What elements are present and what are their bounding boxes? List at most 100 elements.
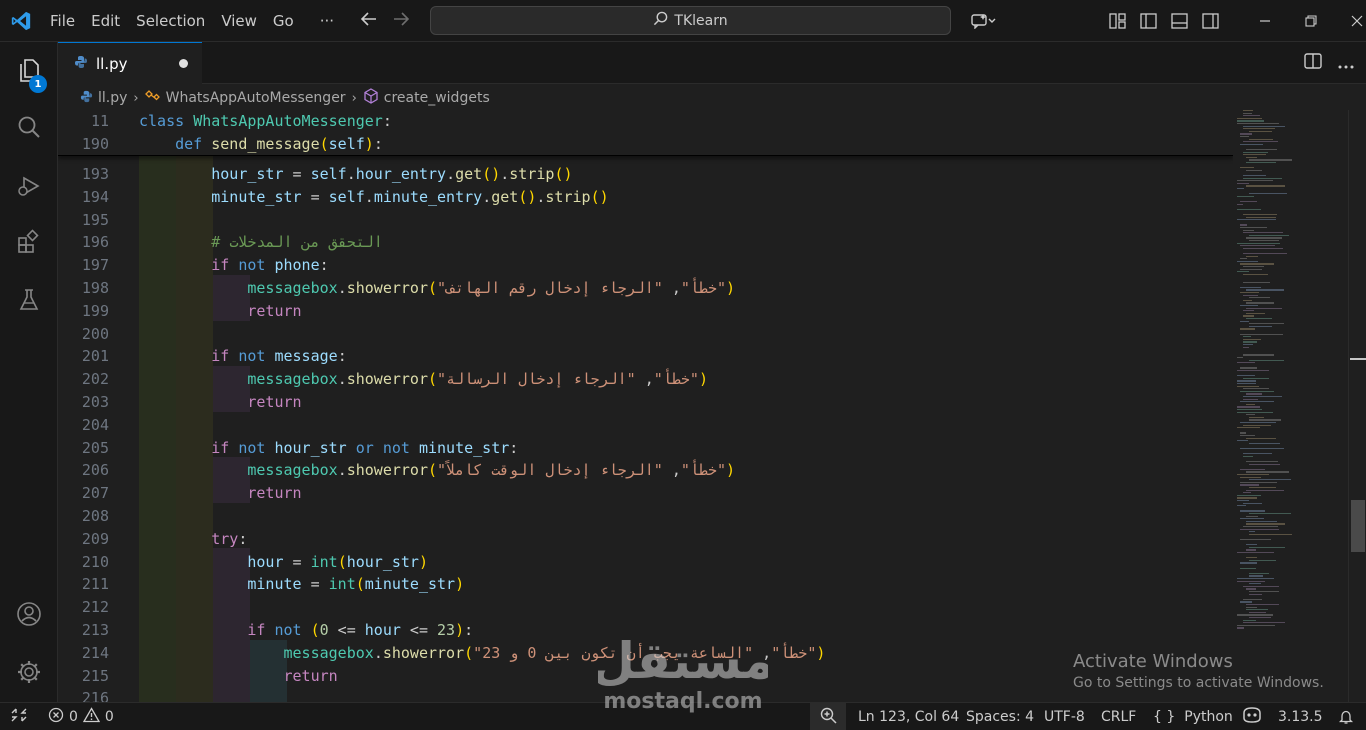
code-token: message bbox=[274, 347, 338, 366]
code-line[interactable]: 201 if not message: bbox=[58, 345, 1233, 368]
menu-view[interactable]: View bbox=[213, 0, 265, 42]
minimap-line bbox=[1240, 567, 1257, 569]
remote-indicator[interactable] bbox=[0, 703, 38, 730]
code-token: ) bbox=[726, 279, 736, 297]
explorer-icon[interactable]: 1 bbox=[0, 46, 58, 94]
language-mode[interactable]: { } Python bbox=[1153, 703, 1233, 730]
code-token: showerror bbox=[382, 643, 465, 662]
customize-layout-icon[interactable] bbox=[1102, 0, 1133, 42]
code-text: hour = int(hour_str) bbox=[139, 551, 428, 574]
code-token: <= bbox=[400, 621, 438, 639]
problems-indicator[interactable]: 0 0 bbox=[48, 703, 114, 730]
testing-icon[interactable] bbox=[0, 276, 58, 324]
minimap-line bbox=[1249, 531, 1256, 533]
copilot-chat-icon[interactable] bbox=[966, 0, 1002, 42]
code-line[interactable]: 196 # التحقق من المدخلات bbox=[58, 231, 1233, 254]
code-line[interactable]: 211 minute = int(minute_str) bbox=[58, 573, 1233, 596]
vscode-logo-icon[interactable] bbox=[0, 0, 42, 42]
breadcrumb-file[interactable]: ll.py bbox=[80, 90, 127, 107]
back-arrow-icon[interactable] bbox=[360, 11, 378, 32]
close-icon[interactable] bbox=[1334, 0, 1366, 42]
code-line[interactable]: 190 def send_message(self): bbox=[58, 133, 1233, 156]
code-token: not bbox=[238, 347, 275, 366]
menu-go[interactable]: Go bbox=[265, 0, 302, 42]
code-line[interactable]: 202 messagebox.showerror("خطأ", "الرجاء … bbox=[58, 368, 1233, 391]
toggle-secondary-sidebar-icon[interactable] bbox=[1195, 0, 1226, 42]
code-line[interactable]: 199 return bbox=[58, 300, 1233, 323]
code-token: # التحقق من المدخلات bbox=[211, 233, 383, 252]
code-line[interactable]: 203 return bbox=[58, 391, 1233, 414]
extensions-icon[interactable] bbox=[0, 218, 58, 266]
menu-file[interactable]: File bbox=[42, 0, 83, 42]
code-text: class WhatsAppAutoMessenger: bbox=[139, 110, 392, 133]
breadcrumb-method[interactable]: create_widgets bbox=[363, 88, 490, 108]
cursor-position[interactable]: Ln 123, Col 64 bbox=[858, 703, 959, 730]
minimap-line bbox=[1237, 123, 1279, 125]
code-line[interactable]: 204 bbox=[58, 414, 1233, 437]
minimize-icon[interactable] bbox=[1242, 0, 1288, 42]
code-token: send_message bbox=[211, 135, 320, 153]
code-line[interactable]: 212 bbox=[58, 596, 1233, 619]
toggle-primary-sidebar-icon[interactable] bbox=[1133, 0, 1164, 42]
zoom-indicator[interactable] bbox=[810, 703, 846, 730]
code-token: . bbox=[500, 165, 510, 183]
code-token: 0 bbox=[319, 621, 329, 639]
more-actions-icon[interactable] bbox=[1338, 54, 1354, 73]
code-line[interactable]: 11 class WhatsAppAutoMessenger: bbox=[58, 110, 1233, 133]
notifications-icon[interactable] bbox=[1338, 703, 1354, 730]
line-number: 199 bbox=[81, 301, 109, 320]
encoding-setting[interactable]: UTF-8 bbox=[1044, 703, 1085, 730]
menu-selection[interactable]: Selection bbox=[128, 0, 213, 42]
line-number: 214 bbox=[81, 643, 109, 662]
minimap-line bbox=[1237, 219, 1277, 221]
menu-edit[interactable]: Edit bbox=[83, 0, 128, 42]
search-view-icon[interactable] bbox=[0, 103, 58, 151]
minimap-line bbox=[1237, 627, 1244, 629]
sticky-scroll-header[interactable]: 11 class WhatsAppAutoMessenger: 190 def se… bbox=[58, 110, 1233, 156]
code-line[interactable]: 207 return bbox=[58, 482, 1233, 505]
code-line[interactable]: 208 bbox=[58, 505, 1233, 528]
command-center-search[interactable]: TKlearn bbox=[430, 6, 951, 35]
code-line[interactable]: 205 if not hour_str or not minute_str: bbox=[58, 437, 1233, 460]
line-ending-setting[interactable]: CRLF bbox=[1101, 703, 1136, 730]
breadcrumb-class[interactable]: WhatsAppAutoMessenger bbox=[144, 89, 346, 107]
forward-arrow-icon[interactable] bbox=[392, 11, 410, 32]
code-line[interactable]: 193 hour_str = self.hour_entry.get().str… bbox=[58, 163, 1233, 186]
minimap[interactable] bbox=[1233, 110, 1348, 702]
vertical-scrollbar[interactable] bbox=[1348, 110, 1366, 702]
code-line[interactable]: 198 messagebox.showerror("خطأ", "الرجاء … bbox=[58, 277, 1233, 300]
code-line[interactable]: 197 if not phone: bbox=[58, 254, 1233, 277]
remote-icon bbox=[11, 708, 27, 726]
tab-ll-py[interactable]: ll.py bbox=[58, 42, 202, 84]
code-token: get bbox=[455, 165, 483, 183]
accounts-icon[interactable] bbox=[0, 590, 58, 638]
minimap-line bbox=[1237, 427, 1260, 429]
unsaved-dot-icon[interactable] bbox=[179, 59, 188, 68]
minimap-line bbox=[1240, 245, 1275, 247]
code-line[interactable]: 200 bbox=[58, 323, 1233, 346]
split-editor-icon[interactable] bbox=[1304, 53, 1322, 73]
run-debug-icon[interactable] bbox=[0, 162, 58, 210]
indentation-setting[interactable]: Spaces: 4 bbox=[966, 703, 1034, 730]
code-line[interactable]: 195 bbox=[58, 209, 1233, 232]
minimap-line bbox=[1249, 193, 1288, 195]
minimap-line bbox=[1237, 195, 1254, 197]
minimap-line bbox=[1246, 604, 1279, 606]
scrollbar-thumb[interactable] bbox=[1351, 500, 1365, 552]
restore-icon[interactable] bbox=[1288, 0, 1334, 42]
code-token: hour_str bbox=[346, 552, 419, 571]
line-number: 210 bbox=[81, 552, 109, 571]
python-interpreter[interactable]: 3.13.5 bbox=[1241, 703, 1323, 730]
code-editor[interactable]: 11 class WhatsAppAutoMessenger: 190 def se… bbox=[58, 110, 1233, 702]
code-token: hour_str bbox=[274, 438, 356, 457]
menu-more[interactable]: ··· bbox=[302, 0, 342, 42]
code-line[interactable]: 194 minute_str = self.minute_entry.get()… bbox=[58, 186, 1233, 209]
minimap-line bbox=[1249, 572, 1269, 574]
toggle-panel-icon[interactable] bbox=[1164, 0, 1195, 42]
code-line[interactable]: 209 try: bbox=[58, 528, 1233, 551]
minimap-line bbox=[1243, 455, 1253, 457]
minimap-line bbox=[1237, 411, 1273, 413]
manage-gear-icon[interactable] bbox=[0, 648, 58, 696]
code-line[interactable]: 210 hour = int(hour_str) bbox=[58, 551, 1233, 574]
code-line[interactable]: 206 messagebox.showerror("خطأ", "الرجاء … bbox=[58, 459, 1233, 482]
